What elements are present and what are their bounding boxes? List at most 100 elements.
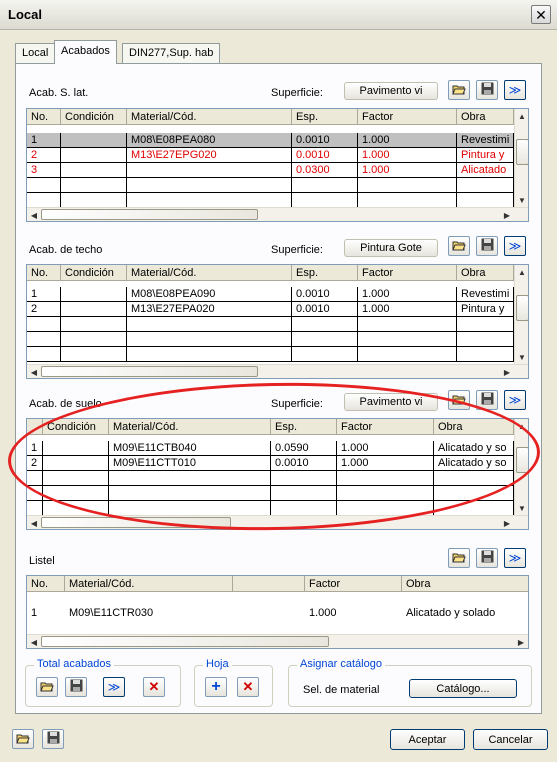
col-header[interactable]: No. — [27, 576, 65, 592]
table-cell[interactable] — [127, 193, 292, 208]
table-cell[interactable]: Alicatado y so — [434, 441, 514, 456]
open-button-techo[interactable] — [448, 236, 470, 256]
table-cell[interactable]: 1.000 — [358, 287, 457, 302]
table-cell[interactable] — [233, 596, 305, 632]
forward-button-listel[interactable]: ≫ — [504, 548, 526, 568]
scroll-thumb[interactable] — [41, 209, 258, 220]
table-cell[interactable] — [358, 193, 457, 208]
table-cell[interactable] — [127, 347, 292, 362]
col-header[interactable]: Factor — [358, 265, 457, 281]
superficie-button-techo[interactable]: Pintura Gote — [344, 239, 438, 257]
table-cell[interactable] — [27, 193, 61, 208]
table-cell[interactable]: 0.0590 — [271, 441, 337, 456]
scroll-down-arrow[interactable]: ▼ — [515, 350, 528, 364]
table-cell[interactable]: M13\E27EPA020 — [127, 302, 292, 317]
table-cell[interactable] — [271, 501, 337, 516]
table-cell[interactable] — [292, 332, 358, 347]
table-cell[interactable] — [434, 471, 514, 486]
table-cell[interactable] — [358, 347, 457, 362]
save-button-listel[interactable] — [476, 548, 498, 568]
table-cell[interactable] — [61, 317, 127, 332]
col-header[interactable]: Obra — [434, 419, 514, 435]
table-cell[interactable] — [457, 317, 514, 332]
table-cell[interactable] — [43, 456, 109, 471]
table-cell[interactable] — [43, 471, 109, 486]
table-cell[interactable] — [61, 302, 127, 317]
close-button[interactable]: ✕ — [531, 5, 551, 24]
footer-open-button[interactable] — [12, 729, 34, 749]
table-cell[interactable] — [127, 178, 292, 193]
table-cell[interactable] — [337, 501, 434, 516]
open-button-suelo[interactable] — [448, 390, 470, 410]
table-cell[interactable] — [271, 471, 337, 486]
table-cell[interactable] — [109, 486, 271, 501]
table-cell[interactable] — [27, 332, 61, 347]
table-cell[interactable]: M09\E11CTB040 — [109, 441, 271, 456]
table-cell[interactable]: 1.000 — [358, 148, 457, 163]
scroll-thumb[interactable] — [516, 139, 528, 165]
table-cell[interactable]: M13\E27EPG020 — [127, 148, 292, 163]
total-save-button[interactable] — [65, 677, 87, 697]
table-cell[interactable] — [27, 471, 43, 486]
scroll-down-arrow[interactable]: ▼ — [515, 501, 528, 515]
table-cell[interactable] — [292, 193, 358, 208]
horizontal-scrollbar[interactable]: ◀ ▶ — [27, 515, 528, 529]
tab-acabados[interactable]: Acabados — [54, 40, 117, 64]
table-cell[interactable]: Alicatado — [457, 163, 514, 178]
table-cell[interactable] — [271, 486, 337, 501]
col-header[interactable]: Esp. — [292, 265, 358, 281]
table-cell[interactable] — [61, 193, 127, 208]
table-cell[interactable]: 1 — [27, 133, 61, 148]
vertical-scrollbar[interactable]: ▲ ▼ — [514, 109, 528, 207]
scroll-right-arrow[interactable]: ▶ — [514, 635, 528, 648]
table-cell[interactable]: 0.0010 — [292, 302, 358, 317]
scroll-right-arrow[interactable]: ▶ — [500, 516, 514, 529]
table-cell[interactable]: 0.0010 — [271, 456, 337, 471]
table-cell[interactable] — [292, 178, 358, 193]
table-cell[interactable] — [61, 178, 127, 193]
total-forward-button[interactable]: ≫ — [103, 677, 125, 697]
table-cell[interactable]: 2 — [27, 148, 61, 163]
forward-button-suelo[interactable]: ≫ — [504, 390, 526, 410]
hoja-add-button[interactable]: + — [205, 677, 227, 697]
scroll-left-arrow[interactable]: ◀ — [27, 516, 41, 529]
col-header[interactable]: Material/Cód. — [127, 265, 292, 281]
col-header[interactable]: Esp. — [292, 109, 358, 125]
table-cell[interactable] — [61, 133, 127, 148]
col-header[interactable]: Obra — [457, 265, 514, 281]
table-cell[interactable] — [292, 347, 358, 362]
table-cell[interactable] — [61, 347, 127, 362]
table-cell[interactable] — [27, 317, 61, 332]
col-header[interactable] — [27, 419, 43, 435]
table-cell[interactable]: 0.0010 — [292, 148, 358, 163]
table-cell[interactable] — [109, 501, 271, 516]
table-cell[interactable] — [457, 332, 514, 347]
open-button-lat[interactable] — [448, 80, 470, 100]
col-header[interactable]: Material/Cód. — [127, 109, 292, 125]
table-cell[interactable] — [61, 287, 127, 302]
table-cell[interactable] — [434, 501, 514, 516]
table-cell[interactable] — [127, 163, 292, 178]
table-cell[interactable] — [337, 471, 434, 486]
tab-din277[interactable]: DIN277,Sup. hab — [122, 43, 221, 63]
table-cell[interactable]: 0.0010 — [292, 287, 358, 302]
table-cell[interactable]: M08\E08PEA080 — [127, 133, 292, 148]
tab-local[interactable]: Local — [15, 43, 56, 63]
col-header[interactable]: Material/Cód. — [65, 576, 233, 592]
table-cell[interactable]: Alicatado y so — [434, 456, 514, 471]
save-button-suelo[interactable] — [476, 390, 498, 410]
table-cell[interactable]: 1 — [27, 287, 61, 302]
table-cell[interactable]: M08\E08PEA090 — [127, 287, 292, 302]
col-header[interactable]: Condición — [43, 419, 109, 435]
table-cell[interactable] — [337, 486, 434, 501]
col-header[interactable] — [233, 576, 305, 592]
table-cell[interactable]: 1 — [27, 596, 65, 632]
table-cell[interactable] — [457, 347, 514, 362]
table-cell[interactable]: 3 — [27, 163, 61, 178]
scroll-thumb[interactable] — [41, 636, 329, 647]
scroll-thumb[interactable] — [41, 366, 258, 377]
table-cell[interactable]: Pintura y — [457, 148, 514, 163]
table-cell[interactable] — [358, 178, 457, 193]
superficie-button-suelo[interactable]: Pavimento vi — [344, 393, 438, 411]
horizontal-scrollbar[interactable]: ◀ ▶ — [27, 634, 528, 648]
